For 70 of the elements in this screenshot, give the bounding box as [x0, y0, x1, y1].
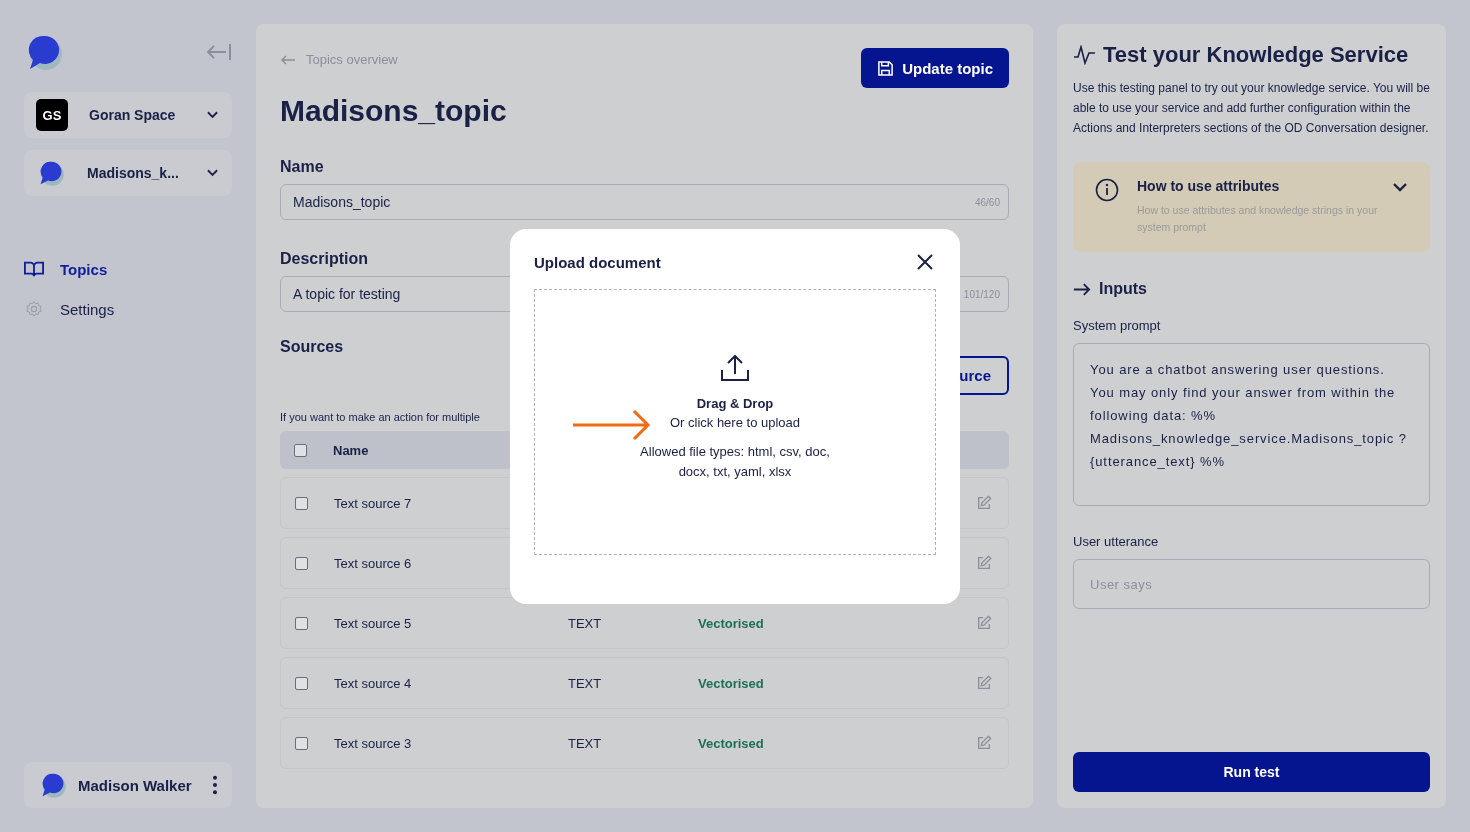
source-name: Text source 7 [334, 495, 413, 511]
section-title: Sources [280, 338, 344, 356]
status-text: Vectorised [698, 735, 765, 751]
source-name: Text source 4 [334, 675, 413, 691]
row-checkbox[interactable] [295, 616, 308, 630]
arrow-right-icon [1073, 282, 1091, 296]
info-icon [1095, 178, 1119, 202]
row-checkbox[interactable] [295, 556, 308, 570]
back-arrow-icon [280, 54, 296, 65]
table-row[interactable]: Text source 4 TEXT Vectorised [280, 657, 1009, 709]
allowed-types-text: Allowed file types: html, csv, doc, docx, txt, yaml, xlsx [639, 443, 831, 481]
service-selector[interactable]: Madisons_k... [24, 150, 232, 196]
workspace-selector[interactable]: GS Goran Space [24, 92, 232, 138]
field-label: User utterance [1073, 534, 1160, 549]
service-name: Madisons_k... [87, 165, 180, 181]
save-icon [877, 59, 895, 77]
activity-icon [1073, 45, 1097, 65]
row-checkbox[interactable] [295, 496, 308, 510]
character-counter: 101/120 [963, 288, 1000, 300]
system-prompt-field[interactable]: You are a chatbot answering user questions. You may only find your answer from within the following data: %% Madisons_knowledge_service.Madisons_topic ? {utterance_text} %% [1073, 343, 1430, 506]
run-test-button[interactable]: Run test [1073, 752, 1430, 792]
field-label: Name [280, 158, 324, 176]
source-type: TEXT [568, 615, 603, 631]
table-row[interactable]: Text source 3 TEXT Vectorised [280, 717, 1009, 769]
source-name: Text source 3 [334, 735, 413, 751]
user-utterance-field[interactable]: User says [1073, 559, 1430, 609]
workspace-avatar: GS [36, 99, 68, 131]
source-type: TEXT [568, 675, 603, 691]
chevron-down-icon [207, 111, 218, 119]
nav-item[interactable]: Settings [24, 300, 232, 318]
hint-text: If you want to make an action for multiple [280, 411, 480, 423]
upload-icon [720, 354, 750, 382]
nav-item[interactable]: Topics [24, 260, 232, 278]
more-options-icon [212, 775, 218, 795]
select-all-checkbox[interactable] [294, 443, 307, 457]
section-title: Inputs [1073, 280, 1430, 298]
status-text: Vectorised [698, 675, 765, 691]
update-topic-button[interactable]: Update topic [861, 48, 1009, 88]
book-icon [24, 260, 44, 278]
drop-zone[interactable]: Drag & Drop Or click here to upload Allowed file types: html, csv, doc, docx, txt, yaml, xlsx [534, 289, 936, 555]
character-counter: 46/60 [974, 196, 1000, 208]
name-field[interactable]: Madisons_topic 46/60 [280, 184, 1009, 220]
column-header: Name [333, 442, 369, 458]
row-checkbox[interactable] [295, 736, 308, 750]
topic-title: Madisons_topic [280, 94, 508, 128]
edit-icon[interactable] [976, 735, 992, 751]
close-icon[interactable] [916, 253, 934, 271]
chevron-down-icon[interactable] [1392, 182, 1408, 192]
gear-icon [24, 300, 44, 318]
status-text: Vectorised [698, 615, 765, 631]
user-name: Madison Walker [78, 776, 193, 794]
field-label: System prompt [1073, 318, 1162, 333]
row-checkbox[interactable] [295, 676, 308, 690]
source-type: TEXT [568, 735, 603, 751]
source-name: Text source 6 [334, 555, 413, 571]
drop-title: Drag & Drop [696, 396, 774, 411]
info-title: How to use attributes [1137, 178, 1281, 194]
panel-description: Use this testing panel to try out your knowledge service. You will be able to use your service and add further configuration within the Actions and Interpreters sections of the OD Conversation designer. [1073, 80, 1430, 137]
edit-icon[interactable] [976, 555, 992, 571]
dialog-title: Upload document [534, 253, 661, 271]
user-menu[interactable]: Madison Walker [24, 762, 232, 808]
edit-icon[interactable] [976, 495, 992, 511]
drop-subtitle: Or click here to upload [669, 415, 801, 430]
edit-icon[interactable] [976, 675, 992, 691]
panel-title: Test your Knowledge Service [1073, 42, 1430, 68]
chevron-down-icon [207, 169, 218, 177]
workspace-name: Goran Space [89, 107, 177, 123]
source-name: Text source 5 [334, 615, 413, 631]
field-label: Description [280, 250, 368, 268]
edit-icon[interactable] [976, 615, 992, 631]
